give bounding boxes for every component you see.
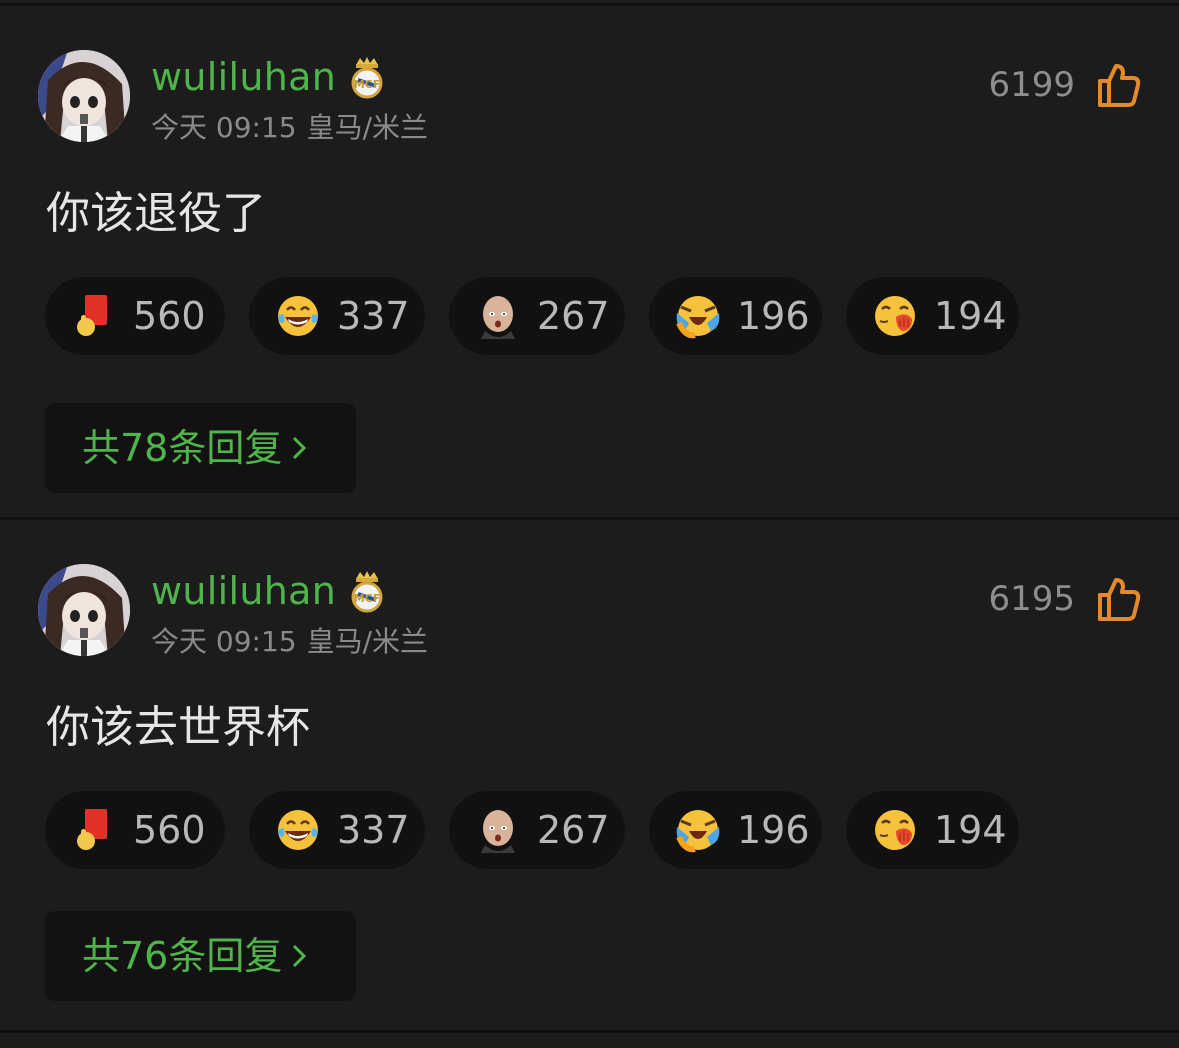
reaction-count: 196 (737, 294, 810, 338)
reaction-pill[interactable]: 196 (649, 277, 822, 355)
reaction-count: 337 (337, 808, 410, 852)
reaction-pill[interactable]: 560 (45, 277, 225, 355)
comment-item: wuliluhan 今天 09:15 皇马/米兰 6199 你该退役了 560 3… (0, 6, 1179, 518)
reaction-pill[interactable]: 194 (846, 277, 1019, 355)
comment-text: 你该去世界杯 (46, 702, 310, 753)
chevron-right-icon (293, 436, 307, 460)
comment-feed: wuliluhan 今天 09:15 皇马/米兰 6199 你该退役了 560 3… (0, 0, 1179, 1048)
like-count: 6199 (988, 65, 1075, 105)
username[interactable]: wuliluhan (151, 52, 336, 102)
team-label: 皇马/米兰 (306, 625, 429, 658)
comment-text: 你该退役了 (46, 188, 266, 239)
reaction-count: 560 (133, 808, 206, 852)
replies-label: 共76条回复 (82, 934, 283, 978)
team-label: 皇马/米兰 (306, 111, 429, 144)
comment-meta: 今天 09:15 皇马/米兰 (151, 624, 428, 660)
like-count: 6195 (988, 579, 1075, 619)
real-madrid-badge-icon (350, 55, 384, 99)
red-card-icon (71, 807, 117, 853)
reaction-count: 194 (934, 808, 1007, 852)
reaction-pill[interactable]: 337 (249, 791, 425, 869)
reaction-pill[interactable]: 196 (649, 791, 822, 869)
thumbs-up-icon (1097, 576, 1141, 622)
thumbs-up-icon (1097, 62, 1141, 108)
like-button[interactable]: 6199 (988, 60, 1141, 110)
avatar[interactable] (38, 564, 130, 656)
reaction-pill[interactable]: 267 (449, 791, 625, 869)
divider (0, 1030, 1179, 1033)
reaction-count: 194 (934, 294, 1007, 338)
like-button[interactable]: 6195 (988, 574, 1141, 624)
reaction-pill[interactable]: 337 (249, 277, 425, 355)
reaction-pill[interactable]: 194 (846, 791, 1019, 869)
reaction-count: 267 (537, 294, 610, 338)
username-row: wuliluhan (151, 566, 384, 616)
view-replies-button[interactable]: 共78条回复 (45, 403, 356, 493)
shush-face-icon (872, 293, 918, 339)
crying-laughing-face-icon (675, 293, 721, 339)
comment-time: 今天 09:15 (151, 111, 297, 144)
reaction-pill[interactable]: 560 (45, 791, 225, 869)
view-replies-button[interactable]: 共76条回复 (45, 911, 356, 1001)
shush-face-icon (872, 807, 918, 853)
crying-laughing-face-icon (675, 807, 721, 853)
tears-of-joy-icon (275, 293, 321, 339)
replies-label: 共78条回复 (82, 426, 283, 470)
comment-time: 今天 09:15 (151, 625, 297, 658)
reaction-pill[interactable]: 267 (449, 277, 625, 355)
chevron-right-icon (293, 944, 307, 968)
username-row: wuliluhan (151, 52, 384, 102)
tears-of-joy-icon (275, 807, 321, 853)
comment-meta: 今天 09:15 皇马/米兰 (151, 110, 428, 146)
username[interactable]: wuliluhan (151, 566, 336, 616)
real-madrid-badge-icon (350, 569, 384, 613)
reaction-count: 267 (537, 808, 610, 852)
avatar[interactable] (38, 50, 130, 142)
bald-man-face-icon (475, 807, 521, 853)
bald-man-face-icon (475, 293, 521, 339)
red-card-icon (71, 293, 117, 339)
reaction-count: 337 (337, 294, 410, 338)
comment-item: wuliluhan 今天 09:15 皇马/米兰 6195 你该去世界杯 560 … (0, 520, 1179, 1032)
reaction-count: 196 (737, 808, 810, 852)
reaction-count: 560 (133, 294, 206, 338)
